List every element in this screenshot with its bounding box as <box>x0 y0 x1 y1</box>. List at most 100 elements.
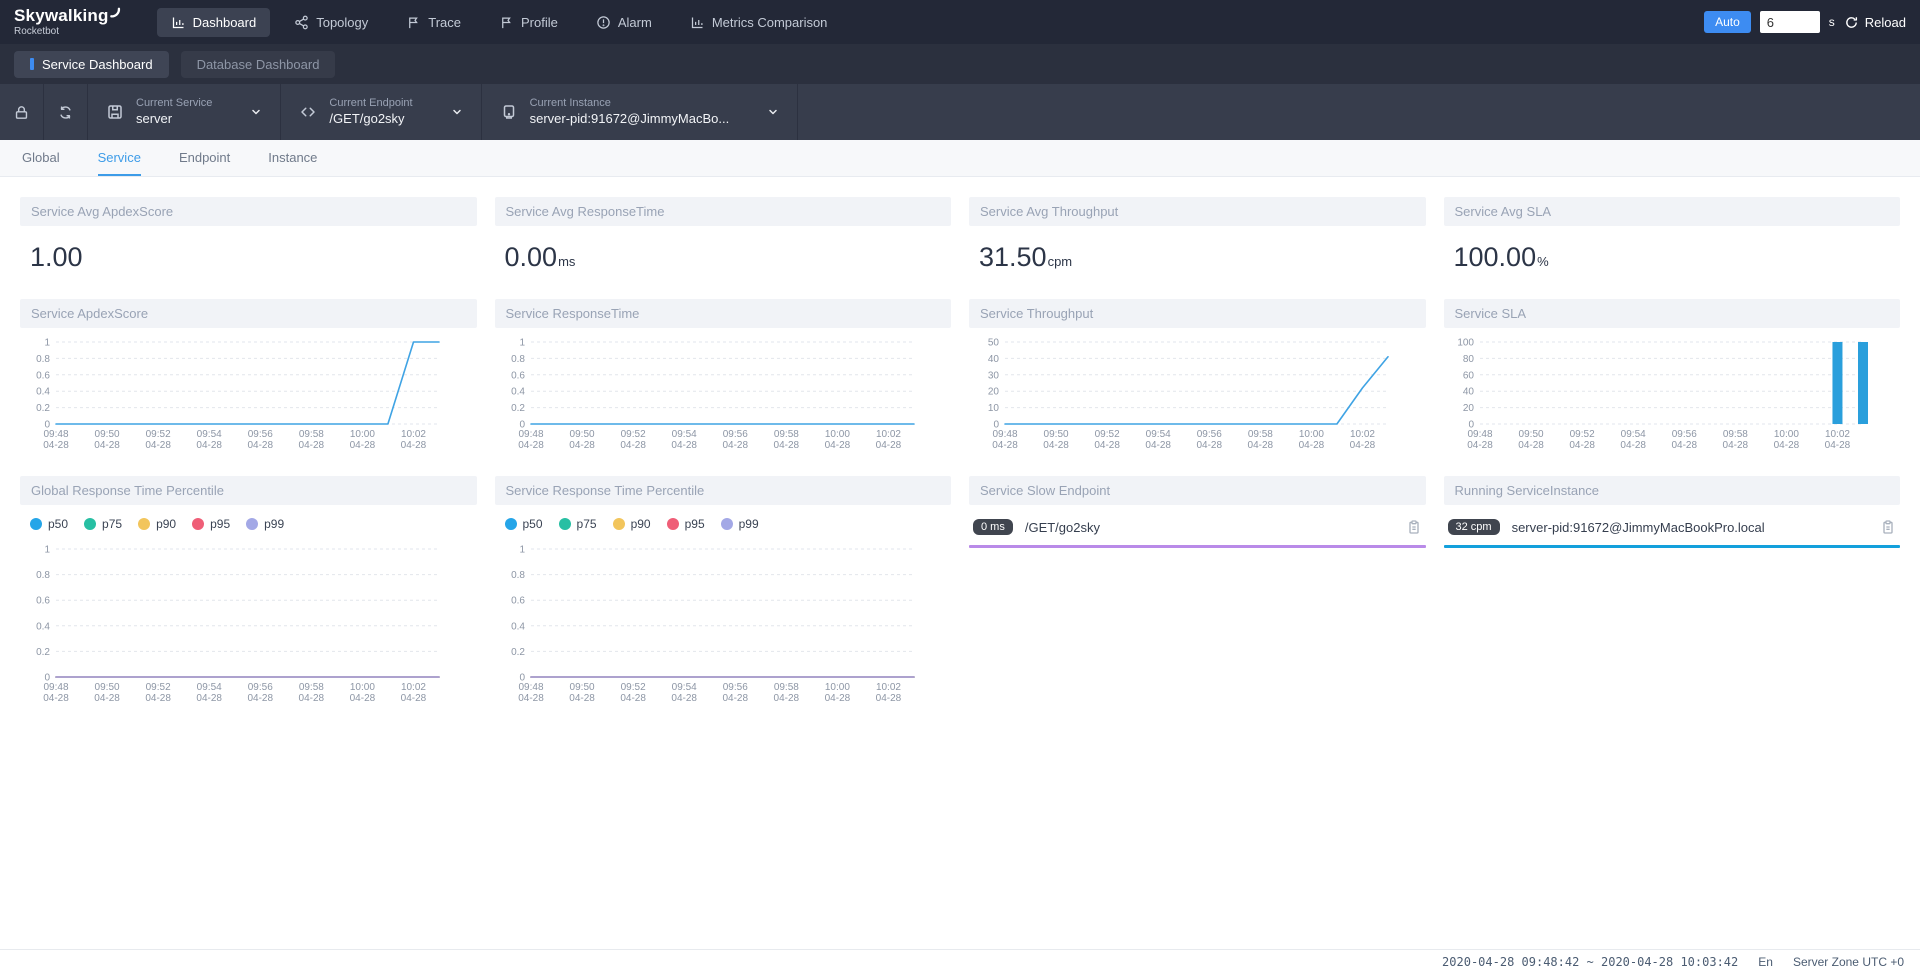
lock-template-button[interactable] <box>0 84 44 140</box>
server-zone-label: Server Zone UTC +0 <box>1793 955 1904 969</box>
nav-item-profile[interactable]: Profile <box>485 8 572 37</box>
stat-unit: ms <box>558 254 575 269</box>
svg-text:80: 80 <box>1462 354 1474 365</box>
nav-item-topology[interactable]: Topology <box>280 8 382 37</box>
svg-text:40: 40 <box>1462 387 1474 398</box>
nav-item-label: Topology <box>316 15 368 30</box>
legend-item[interactable]: p75 <box>84 517 122 531</box>
clipboard-icon <box>1880 519 1896 535</box>
svg-text:04-28: 04-28 <box>824 440 850 451</box>
legend-item[interactable]: p99 <box>246 517 284 531</box>
svg-text:04-28: 04-28 <box>43 440 69 451</box>
chart-row: Service ApdexScore 00.20.40.60.8109:4804… <box>20 299 1900 456</box>
nav-item-dashboard[interactable]: Dashboard <box>157 8 271 37</box>
svg-text:09:54: 09:54 <box>197 682 222 693</box>
legend-item[interactable]: p50 <box>505 517 543 531</box>
endpoint-value-bar <box>969 545 1426 548</box>
svg-text:04-28: 04-28 <box>1196 440 1222 451</box>
legend-item[interactable]: p95 <box>192 517 230 531</box>
clipboard-icon <box>1406 519 1422 535</box>
svg-text:09:58: 09:58 <box>1722 429 1747 440</box>
svg-text:04-28: 04-28 <box>722 440 748 451</box>
svg-text:09:54: 09:54 <box>1146 429 1171 440</box>
svg-text:1: 1 <box>519 338 525 349</box>
svg-text:04-28: 04-28 <box>1350 440 1376 451</box>
legend-item[interactable]: p75 <box>559 517 597 531</box>
time-range-picker[interactable]: 2020-04-28 09:48:42 ~ 2020-04-28 10:03:4… <box>1442 955 1738 969</box>
active-tab-indicator <box>30 58 34 70</box>
tab-service[interactable]: Service <box>98 140 141 176</box>
svg-text:0.2: 0.2 <box>511 647 525 658</box>
legend-label: p90 <box>631 517 651 531</box>
tab-instance[interactable]: Instance <box>268 140 317 176</box>
legend-item[interactable]: p90 <box>138 517 176 531</box>
auto-refresh-button[interactable]: Auto <box>1704 11 1751 33</box>
svg-text:04-28: 04-28 <box>350 440 376 451</box>
current-service-selector[interactable]: Current Service server <box>88 84 281 140</box>
nav-item-metrics-comparison[interactable]: Metrics Comparison <box>676 8 842 37</box>
topology-icon <box>294 15 309 30</box>
svg-text:10:02: 10:02 <box>401 682 426 693</box>
svg-text:04-28: 04-28 <box>1467 440 1493 451</box>
svg-text:0.4: 0.4 <box>511 621 525 632</box>
nav-item-trace[interactable]: Trace <box>392 8 475 37</box>
refresh-templates-button[interactable] <box>44 84 88 140</box>
service-sla-chart: 02040608010009:4804-2809:5004-2809:5204-… <box>1444 328 1901 456</box>
selector-value: /GET/go2sky <box>329 111 412 127</box>
refresh-interval-input[interactable] <box>1760 11 1820 33</box>
svg-text:09:56: 09:56 <box>248 429 273 440</box>
svg-text:09:54: 09:54 <box>671 429 696 440</box>
stat-value: 31.50 <box>979 242 1047 272</box>
card-service-response-time-percentile: Service Response Time Percentile p50p75p… <box>495 476 952 709</box>
svg-text:04-28: 04-28 <box>350 693 376 704</box>
svg-text:04-28: 04-28 <box>569 440 595 451</box>
tab-database-dashboard[interactable]: Database Dashboard <box>181 51 336 78</box>
service-throughput-chart: 0102030405009:4804-2809:5004-2809:5204-2… <box>969 328 1426 456</box>
svg-text:04-28: 04-28 <box>1248 440 1274 451</box>
selector-label: Current Instance <box>530 97 730 111</box>
legend-item[interactable]: p95 <box>667 517 705 531</box>
chevron-down-icon <box>767 106 779 118</box>
current-endpoint-selector[interactable]: Current Endpoint /GET/go2sky <box>281 84 481 140</box>
language-toggle[interactable]: En <box>1758 955 1773 969</box>
tab-global[interactable]: Global <box>22 140 60 176</box>
percentile-legend: p50 p75 p90 p95 p99 <box>495 505 952 535</box>
svg-text:09:56: 09:56 <box>722 429 747 440</box>
svg-text:09:50: 09:50 <box>569 682 594 693</box>
svg-text:04-28: 04-28 <box>518 693 544 704</box>
svg-text:09:58: 09:58 <box>773 682 798 693</box>
legend-dot <box>505 518 517 530</box>
tab-service-dashboard[interactable]: Service Dashboard <box>14 51 169 78</box>
svg-text:04-28: 04-28 <box>1145 440 1171 451</box>
nav-item-alarm[interactable]: Alarm <box>582 8 666 37</box>
logo-title: Skywalking <box>14 7 109 26</box>
legend-dot <box>84 518 96 530</box>
profile-flag-icon <box>499 15 514 30</box>
legend-item[interactable]: p50 <box>30 517 68 531</box>
trace-flag-icon <box>406 15 421 30</box>
svg-text:1: 1 <box>44 338 50 349</box>
service-storage-icon <box>106 103 124 121</box>
legend-item[interactable]: p99 <box>721 517 759 531</box>
tab-endpoint[interactable]: Endpoint <box>179 140 230 176</box>
card-title: Service SLA <box>1444 299 1901 328</box>
current-instance-selector[interactable]: Current Instance server-pid:91672@JimmyM… <box>482 84 799 140</box>
card-global-response-time-percentile: Global Response Time Percentile p50p75p9… <box>20 476 477 709</box>
legend-label: p50 <box>523 517 543 531</box>
copy-endpoint-button[interactable] <box>1406 519 1422 535</box>
footer-bar: 2020-04-28 09:48:42 ~ 2020-04-28 10:03:4… <box>0 949 1920 974</box>
svg-text:0.2: 0.2 <box>36 403 50 414</box>
svg-text:10:00: 10:00 <box>1299 429 1324 440</box>
copy-instance-button[interactable] <box>1880 519 1896 535</box>
svg-text:50: 50 <box>988 338 1000 349</box>
svg-text:04-28: 04-28 <box>401 440 427 451</box>
legend-dot <box>30 518 42 530</box>
legend-item[interactable]: p90 <box>613 517 651 531</box>
svg-text:40: 40 <box>988 354 1000 365</box>
svg-text:0.2: 0.2 <box>36 647 50 658</box>
svg-text:04-28: 04-28 <box>1773 440 1799 451</box>
reload-icon <box>1844 15 1859 30</box>
card-service-avg-responsetime: Service Avg ResponseTime 0.00ms <box>495 197 952 279</box>
reload-button[interactable]: Reload <box>1844 15 1906 30</box>
svg-text:09:56: 09:56 <box>722 682 747 693</box>
